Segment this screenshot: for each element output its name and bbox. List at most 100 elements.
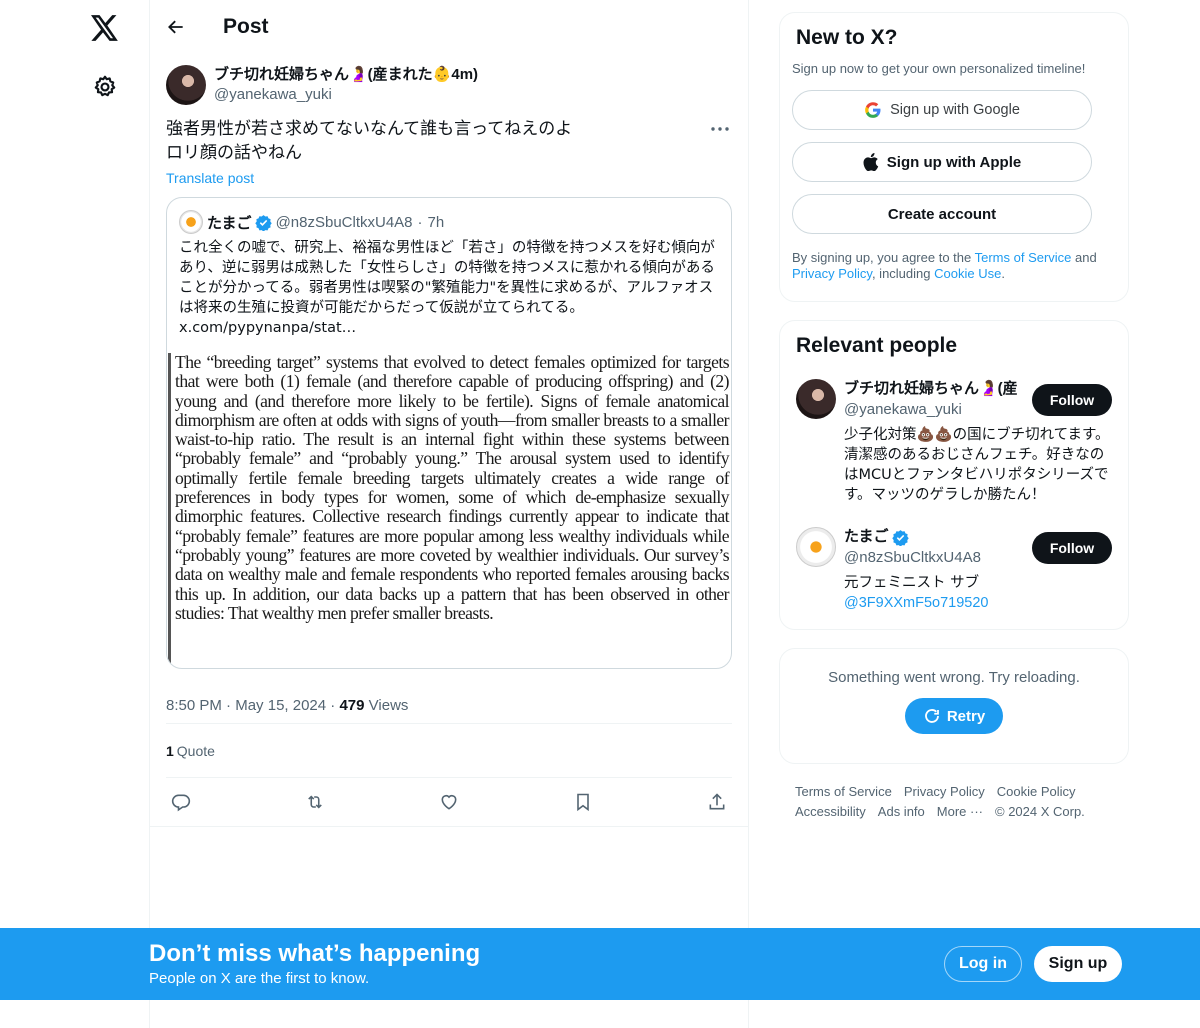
left-nav [0, 0, 150, 1028]
verified-badge-icon [891, 529, 909, 546]
repost-icon[interactable] [304, 791, 326, 813]
more-icon[interactable] [710, 119, 730, 139]
quoted-author-name: たまご [207, 214, 252, 232]
signup-google-label: Sign up with Google [890, 102, 1020, 118]
signup-subtitle: Sign up now to get your own personalized… [792, 61, 1086, 76]
post-time[interactable]: 8:50 PM [166, 697, 222, 714]
signup-apple-label: Sign up with Apple [886, 153, 1022, 171]
quotes-label: Quote [176, 742, 215, 759]
footer-privacy-link[interactable]: Privacy Policy [904, 784, 985, 799]
post-meta: 8:50 PM · May 15, 2024 · 479 Views [166, 687, 732, 723]
footer-accessibility-link[interactable]: Accessibility [795, 804, 866, 819]
relevant-people-card: Relevant people ブチ切れ妊婦ちゃん🤰(産 @yanekawa_y… [779, 320, 1129, 630]
quoted-link[interactable]: x.com/pypynanpa/stat… [179, 320, 356, 336]
person-name: たまご [844, 528, 889, 545]
retry-label: Retry [946, 707, 986, 725]
person-item[interactable]: たまご @n8zSbuCltkxU4A8 元フェミニスト サブ @3F9XXmF… [796, 527, 1112, 613]
cookie-link[interactable]: Cookie Use [934, 266, 1001, 281]
post-text-line: ロリ顔の話やねん [166, 143, 302, 163]
person-bio-link[interactable]: @3F9XXmF5o719520 [844, 595, 989, 611]
signup-title: New to X? [796, 26, 898, 49]
post-text: 強者男性が若さ求めてないなんて誰も言ってねえのよ ロリ顔の話やねん [166, 117, 732, 165]
legal-text: , including [871, 266, 935, 281]
avatar [179, 210, 203, 234]
post-header: Post [150, 0, 748, 53]
signup-card: New to X? Sign up now to get your own pe… [779, 12, 1129, 302]
gear-icon[interactable] [92, 74, 118, 100]
main-column: Post ブチ切れ妊婦ちゃん🤰(産まれた👶4m) @yanekawa_yuki … [149, 0, 749, 1028]
footer-more-link[interactable]: More ··· [937, 804, 983, 819]
footer-terms-link[interactable]: Terms of Service [795, 784, 892, 799]
image-text: The “breeding target” systems that evolv… [175, 352, 730, 623]
author-name[interactable]: ブチ切れ妊婦ちゃん🤰(産まれた👶4m) [214, 65, 478, 85]
quoted-author-handle: @n8zSbuCltkxU4A8 [275, 213, 413, 231]
signup-legal: By signing up, you agree to the Terms of… [792, 250, 1116, 282]
person-bio: 元フェミニスト サブ @3F9XXmF5o719520 [844, 573, 1112, 613]
post-text-line: 強者男性が若さ求めてないなんて誰も言ってねえのよ [166, 119, 573, 139]
person-bio: 少子化対策💩💩の国にブチ切れてます。清潔感のあるおじさんフェチ。好きなのはMCU… [844, 427, 1110, 503]
separator: · [226, 696, 232, 714]
relevant-people-title: Relevant people [796, 334, 958, 357]
verified-badge-icon [254, 214, 272, 231]
terms-link[interactable]: Terms of Service [975, 250, 1072, 265]
error-message: Something went wrong. Try reloading. [828, 669, 1080, 686]
retry-button[interactable]: Retry [905, 698, 1003, 734]
arrow-left-icon[interactable] [166, 16, 188, 38]
person-item[interactable]: ブチ切れ妊婦ちゃん🤰(産 @yanekawa_yuki 少子化対策💩💩の国にブチ… [796, 379, 1112, 505]
separator: · [330, 696, 336, 714]
quoted-post[interactable]: たまご @n8zSbuCltkxU4A8 · 7h これ全くの嘘で、研究上、裕福… [166, 197, 732, 669]
refresh-icon [923, 707, 941, 725]
post-actions [166, 778, 732, 826]
post-date[interactable]: May 15, 2024 [235, 697, 326, 714]
divider [150, 826, 748, 827]
quoted-post-header: たまご @n8zSbuCltkxU4A8 · 7h [167, 198, 731, 234]
person-name[interactable]: ブチ切れ妊婦ちゃん🤰(産 [844, 379, 1024, 399]
privacy-link[interactable]: Privacy Policy [792, 266, 872, 281]
google-icon [864, 101, 882, 119]
login-button[interactable]: Log in [944, 946, 1022, 982]
reply-icon[interactable] [170, 791, 192, 813]
views-label: Views [368, 696, 409, 714]
signup-google-button[interactable]: Sign up with Google [792, 90, 1092, 130]
footer-copyright: © 2024 X Corp. [995, 804, 1085, 819]
banner-subtitle: People on X are the first to know. [149, 970, 370, 987]
error-card: Something went wrong. Try reloading. Ret… [779, 648, 1129, 764]
bookmark-icon[interactable] [572, 791, 594, 813]
person-name-row[interactable]: たまご [844, 527, 1024, 547]
author-info: ブチ切れ妊婦ちゃん🤰(産まれた👶4m) @yanekawa_yuki [214, 65, 478, 105]
quoted-post-text: これ全くの嘘で、研究上、裕福な男性ほど「若さ」の特徴を持つメスを好む傾向があり、… [167, 234, 731, 338]
page-title: Post [223, 14, 269, 38]
follow-button[interactable]: Follow [1032, 532, 1112, 564]
share-icon[interactable] [706, 791, 728, 813]
apple-icon [863, 153, 879, 171]
views-count: 479 [339, 696, 365, 714]
quotes-count: 1 [166, 742, 174, 759]
x-logo-icon[interactable] [89, 12, 121, 44]
avatar[interactable] [796, 527, 836, 567]
post: ブチ切れ妊婦ちゃん🤰(産まれた👶4m) @yanekawa_yuki 強者男性が… [150, 53, 748, 826]
legal-text: By signing up, you agree to the [792, 250, 975, 265]
create-account-button[interactable]: Create account [792, 194, 1092, 234]
avatar[interactable] [166, 65, 206, 105]
legal-text: and [1071, 250, 1097, 265]
footer-ads-link[interactable]: Ads info [878, 804, 925, 819]
like-icon[interactable] [438, 791, 460, 813]
post-author: ブチ切れ妊婦ちゃん🤰(産まれた👶4m) @yanekawa_yuki [166, 53, 732, 109]
quoted-text-body: これ全くの嘘で、研究上、裕福な男性ほど「若さ」の特徴を持つメスを好む傾向があり、… [179, 240, 715, 316]
signup-banner: Don’t miss what’s happening People on X … [0, 928, 1200, 1000]
quoted-post-image[interactable]: The “breeding target” systems that evolv… [168, 352, 731, 668]
quotes-row[interactable]: 1 Quote [166, 724, 732, 777]
signup-button[interactable]: Sign up [1034, 946, 1122, 982]
separator: · [417, 213, 423, 231]
author-handle[interactable]: @yanekawa_yuki [214, 85, 478, 105]
quoted-post-time: 7h [427, 213, 445, 231]
signup-apple-button[interactable]: Sign up with Apple [792, 142, 1092, 182]
avatar[interactable] [796, 379, 836, 419]
banner-title: Don’t miss what’s happening [149, 940, 481, 967]
translate-post-link[interactable]: Translate post [166, 168, 254, 188]
right-sidebar: New to X? Sign up now to get your own pe… [779, 0, 1129, 822]
footer-cookie-link[interactable]: Cookie Policy [997, 784, 1076, 799]
footer-links: Terms of Service Privacy Policy Cookie Pol… [779, 782, 1129, 822]
follow-button[interactable]: Follow [1032, 384, 1112, 416]
legal-text: . [1001, 266, 1005, 281]
